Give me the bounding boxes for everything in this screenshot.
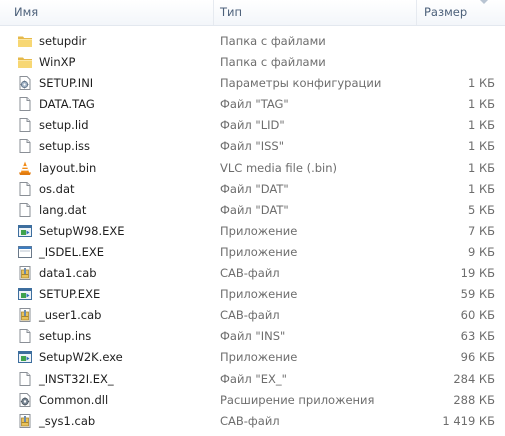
cab-archive-icon (17, 413, 33, 429)
file-size: 19 КБ (460, 266, 495, 281)
file-type: VLC media file (.bin) (220, 160, 338, 175)
file-name: setup.iss (39, 139, 90, 154)
generic-file-icon (17, 371, 33, 387)
file-name: _sys1.cab (39, 413, 96, 428)
vlc-cone-icon (17, 160, 33, 176)
file-size: 1 КБ (467, 181, 495, 196)
file-row[interactable]: lang.dat Файл "DAT" 5 КБ (0, 200, 505, 221)
file-size: 1 КБ (467, 118, 495, 133)
file-name: data1.cab (39, 266, 97, 281)
column-header: Имя Тип Размер (0, 0, 505, 26)
generic-file-icon (17, 138, 33, 154)
file-row[interactable]: setup.iss Файл "ISS" 1 КБ (0, 136, 505, 157)
file-row[interactable]: setupdir Папка с файлами (0, 31, 505, 52)
file-name: Common.dll (39, 392, 109, 407)
file-name: SETUP.INI (39, 76, 94, 91)
setup-exe-icon (17, 349, 33, 365)
file-name: SetupW98.EXE (39, 223, 125, 238)
file-name: DATA.TAG (39, 97, 95, 112)
generic-file-icon (17, 328, 33, 344)
cab-archive-icon (17, 307, 33, 323)
cab-archive-icon (17, 265, 33, 281)
folder-icon (17, 54, 33, 70)
file-name: _user1.cab (39, 308, 102, 323)
generic-file-icon (17, 96, 33, 112)
file-size: 1 КБ (467, 160, 495, 175)
file-type: CAB-файл (220, 308, 280, 323)
file-size: 1 КБ (467, 139, 495, 154)
column-header-name[interactable]: Имя (0, 0, 213, 25)
file-row[interactable]: layout.bin VLC media file (.bin) 1 КБ (0, 158, 505, 179)
file-size: 60 КБ (460, 308, 495, 323)
file-list: setupdir Папка с файлами WinXP Папка с файл… (0, 31, 505, 432)
file-type: Файл "INS" (220, 329, 286, 344)
file-name: WinXP (39, 55, 76, 70)
column-header-size[interactable]: Размер (416, 0, 505, 25)
file-row[interactable]: setup.lid Файл "LID" 1 КБ (0, 115, 505, 136)
file-row[interactable]: SETUP.EXE Приложение 59 КБ (0, 284, 505, 305)
file-row[interactable]: _user1.cab CAB-файл 60 КБ (0, 305, 505, 326)
file-row[interactable]: DATA.TAG Файл "TAG" 1 КБ (0, 94, 505, 115)
sort-indicator-icon (480, 0, 488, 4)
file-size: 1 КБ (467, 97, 495, 112)
file-type: Файл "LID" (220, 118, 285, 133)
file-type: Расширение приложения (220, 392, 375, 407)
file-size: 284 КБ (453, 371, 495, 386)
setup-exe-icon (17, 223, 33, 239)
file-type: Файл "DAT" (220, 181, 289, 196)
file-size: 1 419 КБ (442, 413, 495, 428)
file-size: 63 КБ (460, 329, 495, 344)
file-name: SETUP.EXE (39, 287, 101, 302)
file-size: 288 КБ (453, 392, 495, 407)
file-type: CAB-файл (220, 266, 280, 281)
file-type: Файл "DAT" (220, 202, 289, 217)
file-type: Параметры конфигурации (220, 76, 382, 91)
file-name: layout.bin (39, 160, 97, 175)
file-row[interactable]: Common.dll Расширение приложения 288 КБ (0, 390, 505, 411)
file-type: Файл "EX_" (220, 371, 287, 386)
folder-icon (17, 33, 33, 49)
file-row[interactable]: _ISDEL.EXE Приложение 9 КБ (0, 242, 505, 263)
application-icon (17, 244, 33, 260)
generic-file-icon (17, 181, 33, 197)
file-type: Файл "ISS" (220, 139, 284, 154)
generic-file-icon (17, 117, 33, 133)
file-name: setup.ins (39, 329, 92, 344)
file-row[interactable]: setup.ins Файл "INS" 63 КБ (0, 326, 505, 347)
file-name: setup.lid (39, 118, 89, 133)
config-file-icon (17, 75, 33, 91)
file-row[interactable]: data1.cab CAB-файл 19 КБ (0, 263, 505, 284)
file-type: Приложение (220, 223, 298, 238)
file-name: _ISDEL.EXE (39, 244, 105, 259)
file-size: 5 КБ (467, 202, 495, 217)
column-header-type[interactable]: Тип (213, 0, 416, 25)
file-row[interactable]: _INST32I.EX_ Файл "EX_" 284 КБ (0, 369, 505, 390)
file-size: 9 КБ (467, 244, 495, 259)
file-row[interactable]: WinXP Папка с файлами (0, 52, 505, 73)
file-name: setupdir (39, 34, 87, 48)
file-size: 1 КБ (467, 76, 495, 91)
file-type: Папка с файлами (220, 55, 326, 70)
file-row[interactable]: SetupW2K.exe Приложение 96 КБ (0, 347, 505, 368)
file-size: 96 КБ (460, 350, 495, 365)
file-name: os.dat (39, 181, 75, 196)
file-size: 7 КБ (467, 223, 495, 238)
file-type: Приложение (220, 244, 298, 259)
file-name: SetupW2K.exe (39, 350, 123, 365)
file-type: Приложение (220, 287, 298, 302)
file-type: Папка с файлами (220, 34, 326, 48)
file-type: CAB-файл (220, 413, 280, 428)
file-name: _INST32I.EX_ (39, 371, 114, 386)
setup-exe-icon (17, 286, 33, 302)
file-row[interactable]: SETUP.INI Параметры конфигурации 1 КБ (0, 73, 505, 94)
dll-gear-icon (17, 392, 33, 408)
file-type: Приложение (220, 350, 298, 365)
generic-file-icon (17, 202, 33, 218)
file-row[interactable]: os.dat Файл "DAT" 1 КБ (0, 179, 505, 200)
file-size: 59 КБ (460, 287, 495, 302)
file-name: lang.dat (39, 202, 87, 217)
file-row[interactable]: _sys1.cab CAB-файл 1 419 КБ (0, 411, 505, 432)
file-type: Файл "TAG" (220, 97, 289, 112)
file-row[interactable]: SetupW98.EXE Приложение 7 КБ (0, 221, 505, 242)
